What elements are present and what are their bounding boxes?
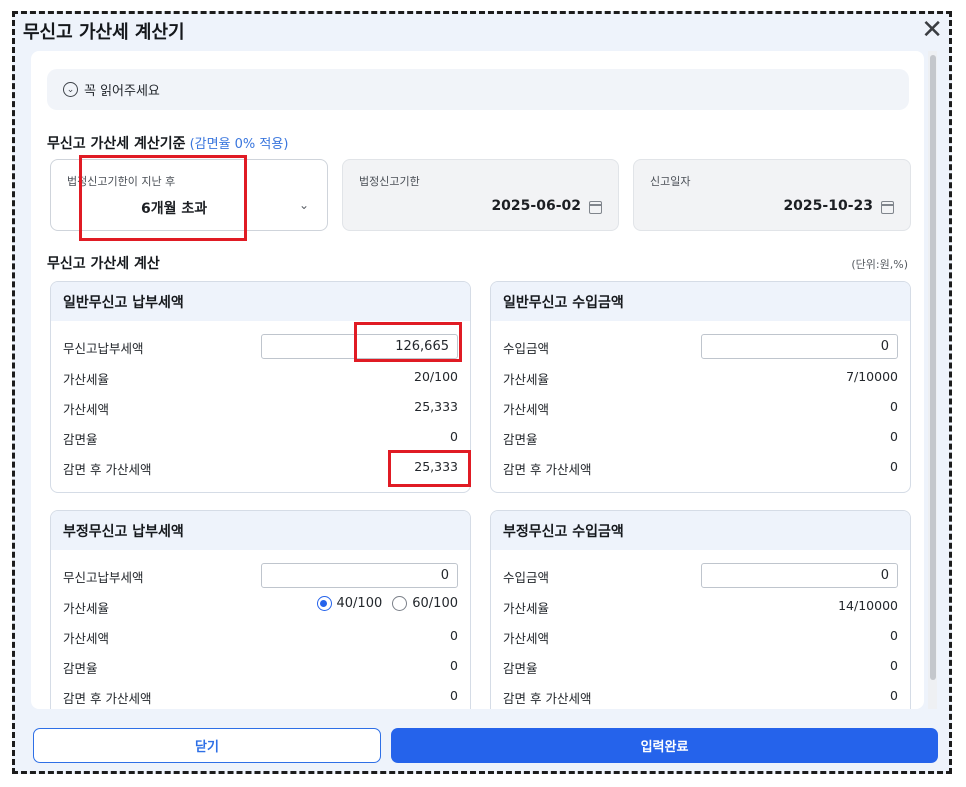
notice-label: 꼭 읽어주세요: [84, 84, 160, 99]
fraud-tax-title: 부정무신고 납부세액: [51, 511, 470, 550]
window-title: 무신고 가산세 계산기: [23, 22, 185, 43]
chevron-down-circle-icon: ⌄: [63, 82, 78, 97]
fraud-income-amount-input[interactable]: 0: [701, 563, 898, 588]
general-income-card: 일반무신고 수입금액 수입금액 0 가산세율 7/10000 가산세액 0 감면…: [490, 281, 911, 493]
table-row: 감면율 0: [63, 654, 458, 678]
row-label: 수입금액: [503, 570, 550, 585]
row-label: 감면율: [63, 661, 98, 676]
general-tax-title: 일반무신고 납부세액: [51, 282, 470, 321]
notice-toggle[interactable]: ⌄ 꼭 읽어주세요: [47, 69, 909, 110]
criteria-title: 무신고 가산세 계산기준 (감면율 0% 적용): [47, 133, 288, 153]
title-bar: 무신고 가산세 계산기 ✕: [15, 14, 949, 52]
general-income-amount-input[interactable]: 0: [701, 334, 898, 359]
fraud-tax-amount-input[interactable]: 0: [261, 563, 458, 588]
fraud-income-card: 부정무신고 수입금액 수입금액 0 가산세율 14/10000 가산세액 0 감…: [490, 510, 911, 709]
row-value: 0: [450, 658, 458, 673]
table-row: 수입금액 0: [503, 334, 898, 359]
row-label: 가산세액: [63, 631, 110, 646]
row-label: 감면 후 가산세액: [503, 462, 592, 477]
row-value: 0: [450, 688, 458, 703]
table-row: 감면 후 가산세액 0: [63, 684, 458, 708]
row-value: 7/10000: [846, 369, 898, 384]
submit-button[interactable]: 입력완료: [391, 728, 938, 763]
row-label: 수입금액: [503, 341, 550, 356]
rate-radio-40[interactable]: [316, 596, 332, 611]
table-row: 감면 후 가산세액 25,333: [63, 455, 458, 479]
row-value: 0: [890, 658, 898, 673]
rate-radio-group: 40/100 60/100: [307, 596, 458, 611]
scrollbar-thumb[interactable]: [930, 55, 936, 680]
table-row: 감면율 0: [63, 425, 458, 449]
table-row: 수입금액 0: [503, 563, 898, 588]
chevron-down-icon: ⌄: [298, 198, 309, 212]
row-value: 0: [890, 459, 898, 474]
close-button[interactable]: 닫기: [33, 728, 381, 763]
table-row: 가산세액 0: [63, 624, 458, 648]
row-label: 감면율: [63, 432, 98, 447]
row-label: 감면 후 가산세액: [63, 462, 152, 477]
row-label: 감면 후 가산세액: [503, 691, 592, 706]
general-income-title: 일반무신고 수입금액: [491, 282, 910, 321]
fraud-tax-card: 부정무신고 납부세액 무신고납부세액 0 가산세율 40/100 60/100 …: [50, 510, 471, 709]
row-label: 무신고납부세액: [63, 570, 144, 585]
unit-label: (단위:원,%): [851, 258, 908, 271]
row-label: 무신고납부세액: [63, 341, 144, 356]
row-value: 0: [890, 688, 898, 703]
row-label: 감면율: [503, 661, 538, 676]
calendar-icon[interactable]: [881, 201, 894, 214]
criteria-subtitle: (감면율 0% 적용): [189, 137, 289, 152]
row-value: 25,333: [414, 399, 458, 414]
table-row: 가산세율 40/100 60/100: [63, 594, 458, 618]
row-label: 가산세액: [63, 402, 110, 417]
table-row: 가산세율 14/10000: [503, 594, 898, 618]
filing-date-value: 2025-10-23: [783, 198, 873, 214]
general-tax-card: 일반무신고 납부세액 무신고납부세액 126,665 가산세율 20/100 가…: [50, 281, 471, 493]
general-tax-amount-input[interactable]: 126,665: [261, 334, 458, 359]
row-label: 가산세율: [63, 601, 110, 616]
deadline-label: 법정신고기한: [359, 175, 420, 188]
rate-radio-60[interactable]: [392, 596, 408, 611]
row-value: 0: [890, 399, 898, 414]
table-row: 가산세액 25,333: [63, 395, 458, 419]
rate-option-40-label: 40/100: [336, 596, 383, 611]
period-label: 법정신고기한이 지난 후: [67, 175, 176, 188]
period-value: 6개월 초과: [141, 201, 208, 217]
table-row: 감면율 0: [503, 425, 898, 449]
filing-date-label: 신고일자: [650, 175, 691, 188]
row-value: 0: [890, 628, 898, 643]
row-label: 감면 후 가산세액: [63, 691, 152, 706]
table-row: 무신고납부세액 126,665: [63, 334, 458, 359]
table-row: 가산세액 0: [503, 395, 898, 419]
calc-title: 무신고 가산세 계산: [47, 256, 160, 272]
table-row: 감면 후 가산세액 0: [503, 455, 898, 479]
table-row: 무신고납부세액 0: [63, 563, 458, 588]
row-label: 가산세율: [503, 601, 550, 616]
rate-option-60-label: 60/100: [412, 596, 458, 611]
main-content: ⌄ 꼭 읽어주세요 무신고 가산세 계산기준 (감면율 0% 적용) 법정신고기한…: [31, 51, 924, 709]
row-label: 가산세액: [503, 631, 550, 646]
table-row: 감면 후 가산세액 0: [503, 684, 898, 708]
row-value: 14/10000: [838, 598, 898, 613]
table-row: 가산세액 0: [503, 624, 898, 648]
row-value: 25,333: [414, 459, 458, 474]
table-row: 가산세율 20/100: [63, 365, 458, 389]
row-value: 0: [450, 628, 458, 643]
deadline-value: 2025-06-02: [491, 198, 581, 214]
fraud-income-title: 부정무신고 수입금액: [491, 511, 910, 550]
close-icon[interactable]: ✕: [921, 15, 943, 45]
filing-date-field: 신고일자 2025-10-23: [633, 159, 911, 231]
row-label: 가산세율: [503, 372, 550, 387]
row-value: 0: [450, 429, 458, 444]
row-value: 20/100: [414, 369, 458, 384]
table-row: 가산세율 7/10000: [503, 365, 898, 389]
calendar-icon[interactable]: [589, 201, 602, 214]
row-label: 가산세율: [63, 372, 110, 387]
row-value: 0: [890, 429, 898, 444]
row-label: 감면율: [503, 432, 538, 447]
period-select[interactable]: 법정신고기한이 지난 후 6개월 초과 ⌄: [50, 159, 328, 231]
criteria-title-text: 무신고 가산세 계산기준: [47, 136, 186, 152]
deadline-field: 법정신고기한 2025-06-02: [342, 159, 619, 231]
row-label: 가산세액: [503, 402, 550, 417]
table-row: 감면율 0: [503, 654, 898, 678]
